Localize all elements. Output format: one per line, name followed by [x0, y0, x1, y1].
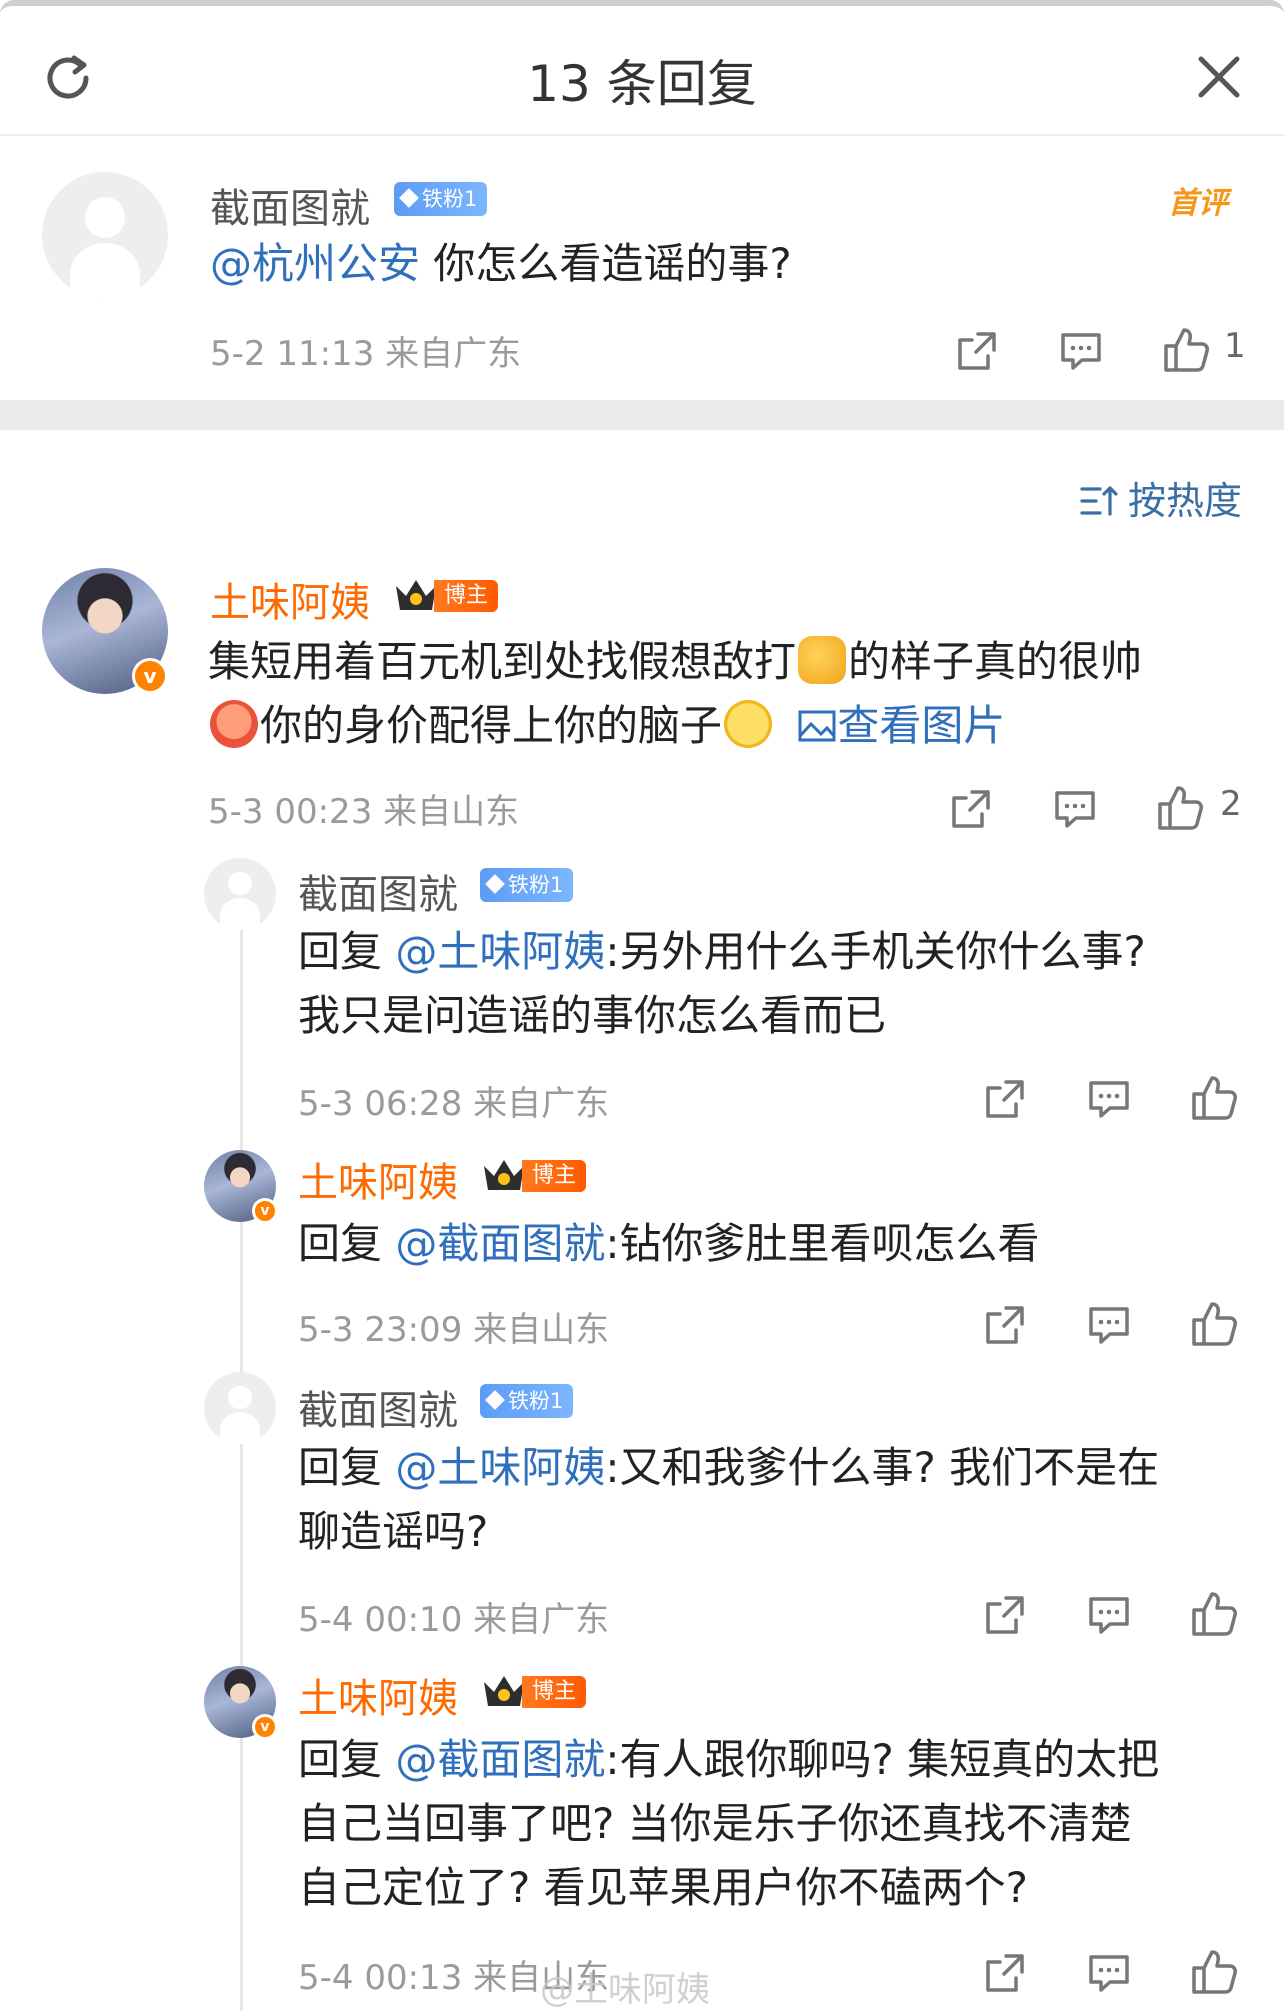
comment-icon[interactable]: [1058, 328, 1104, 374]
comment-text: 集短用着百元机到处找假想敌打 的样子真的很帅 你的身价配得上你的脑子 查看图片: [208, 630, 1268, 758]
username[interactable]: 截面图就: [298, 1378, 458, 1436]
reply-text: 回复 @土味阿姨:另外用什么手机关你什么事? 我只是问造谣的事你怎么看而已: [298, 920, 1268, 1048]
reply-meta: 5-3 06:28 来自广东: [298, 1084, 610, 1124]
reply-body: 聊造谣吗?: [298, 1507, 489, 1556]
mention-link[interactable]: @土味阿姨: [395, 1443, 605, 1492]
like-count: 2: [1220, 784, 1242, 824]
avatar[interactable]: [204, 1372, 276, 1444]
username[interactable]: 土味阿姨: [298, 1150, 458, 1208]
reply-prefix: 回复: [298, 1735, 396, 1784]
share-icon[interactable]: [948, 786, 994, 832]
sort-by-hot-button[interactable]: 按热度: [1080, 470, 1242, 525]
reply-sheet-header: 13 条回复: [0, 0, 1284, 136]
comment-icon[interactable]: [1086, 1302, 1132, 1348]
crown-icon: [484, 1160, 524, 1190]
comment-text: @杭州公安 你怎么看造谣的事?: [210, 232, 1210, 296]
blogger-badge-label: 博主: [522, 1160, 587, 1192]
close-icon[interactable]: [1196, 54, 1242, 100]
section-divider: [0, 400, 1284, 430]
like-icon[interactable]: [1190, 1298, 1238, 1348]
reply-meta: 5-4 00:10 来自广东: [298, 1600, 610, 1640]
comment-body: 你的身价配得上你的脑子: [260, 701, 723, 750]
view-image-label: 查看图片: [837, 701, 1006, 750]
reply-body: :有人跟你聊吗? 集短真的太把: [605, 1735, 1160, 1784]
sort-label: 按热度: [1128, 479, 1243, 523]
like-count: 1: [1224, 326, 1246, 366]
image-icon: [798, 710, 836, 742]
comment-icon[interactable]: [1086, 1076, 1132, 1122]
avatar[interactable]: [204, 858, 276, 930]
diamond-icon: [485, 1390, 505, 1410]
share-icon[interactable]: [982, 1076, 1028, 1122]
laugh-cry-emoji-icon: [724, 700, 773, 748]
crown-icon: [484, 1676, 524, 1706]
comment-meta: 5-3 00:23 来自山东: [208, 792, 520, 832]
reply-text: 回复 @截面图就:有人跟你聊吗? 集短真的太把 自己当回事了吧? 当你是乐子你还…: [298, 1728, 1268, 1920]
watermark: @土味阿姨: [540, 1970, 710, 2010]
comment-icon[interactable]: [1052, 786, 1098, 832]
like-icon[interactable]: [1162, 324, 1210, 374]
thread-line: [240, 920, 243, 2011]
comment-meta: 5-2 11:13 来自广东: [210, 334, 522, 374]
reply-body: :钻你爹肚里看呗怎么看: [605, 1219, 1040, 1268]
sort-icon: [1080, 486, 1118, 516]
verified-badge: v: [132, 658, 168, 694]
username[interactable]: 土味阿姨: [210, 570, 370, 628]
share-icon[interactable]: [982, 1302, 1028, 1348]
reply-text: 回复 @土味阿姨:又和我爹什么事? 我们不是在 聊造谣吗?: [298, 1436, 1268, 1564]
diamond-icon: [485, 874, 505, 894]
share-icon[interactable]: [982, 1950, 1028, 1996]
like-icon[interactable]: [1190, 1588, 1238, 1638]
blogger-badge: 博主: [480, 1160, 587, 1194]
fan-badge-label: 铁粉1: [422, 187, 478, 211]
comment-body: 集短用着百元机到处找假想敌打: [208, 637, 797, 686]
fan-badge-label: 铁粉1: [508, 1389, 564, 1413]
blogger-badge-label: 博主: [522, 1676, 587, 1708]
reply-body: 自己当回事了吧? 当你是乐子你还真找不清楚: [298, 1799, 1132, 1848]
blogger-badge: 博主: [392, 580, 499, 614]
username[interactable]: 截面图就: [298, 862, 458, 920]
reply-body: 我只是问造谣的事你怎么看而已: [298, 991, 887, 1040]
username[interactable]: 土味阿姨: [298, 1666, 458, 1724]
comment-icon[interactable]: [1086, 1592, 1132, 1638]
sheet-title: 13 条回复: [527, 55, 757, 113]
fan-badge: 铁粉1: [480, 868, 574, 902]
avatar[interactable]: [42, 172, 168, 298]
tease-emoji-icon: [210, 700, 258, 748]
mention-link[interactable]: @杭州公安: [210, 239, 420, 288]
like-icon[interactable]: [1156, 782, 1204, 832]
fist-emoji-icon: [798, 636, 847, 684]
comment-body: 的样子真的很帅: [848, 637, 1143, 686]
blogger-badge-label: 博主: [434, 580, 499, 612]
root-comment: 截面图就 铁粉1 @杭州公安 你怎么看造谣的事? 5-2 11:13 来自广东 …: [0, 138, 1284, 400]
view-image-link[interactable]: 查看图片: [787, 701, 1005, 750]
diamond-icon: [399, 188, 419, 208]
fan-badge: 铁粉1: [480, 1384, 574, 1418]
like-icon[interactable]: [1190, 1946, 1238, 1996]
mention-link[interactable]: @截面图就: [395, 1219, 605, 1268]
verified-badge: v: [252, 1198, 278, 1224]
reply-body: 自己定位了? 看见苹果用户你不磕两个?: [298, 1863, 1028, 1912]
reply-prefix: 回复: [298, 1219, 396, 1268]
comment-icon[interactable]: [1086, 1950, 1132, 1996]
reply-prefix: 回复: [298, 1443, 396, 1492]
reply-text: 回复 @截面图就:钻你爹肚里看呗怎么看: [298, 1212, 1268, 1276]
reply-meta: 5-3 23:09 来自山东: [298, 1310, 610, 1350]
reply-prefix: 回复: [298, 927, 396, 976]
reply-body: :又和我爹什么事? 我们不是在: [605, 1443, 1160, 1492]
blogger-badge: 博主: [480, 1676, 587, 1710]
fan-badge-label: 铁粉1: [508, 873, 564, 897]
mention-link[interactable]: @截面图就: [395, 1735, 605, 1784]
mention-link[interactable]: @土味阿姨: [395, 927, 605, 976]
first-comment-tag: 首评: [1168, 186, 1228, 221]
username[interactable]: 截面图就: [210, 176, 370, 234]
verified-badge: v: [252, 1714, 278, 1740]
reply-body: :另外用什么手机关你什么事?: [605, 927, 1146, 976]
share-icon[interactable]: [954, 328, 1000, 374]
like-icon[interactable]: [1190, 1072, 1238, 1122]
crown-icon: [396, 580, 436, 610]
comment-body: 你怎么看造谣的事?: [420, 239, 792, 288]
share-icon[interactable]: [982, 1592, 1028, 1638]
fan-badge: 铁粉1: [394, 182, 488, 216]
